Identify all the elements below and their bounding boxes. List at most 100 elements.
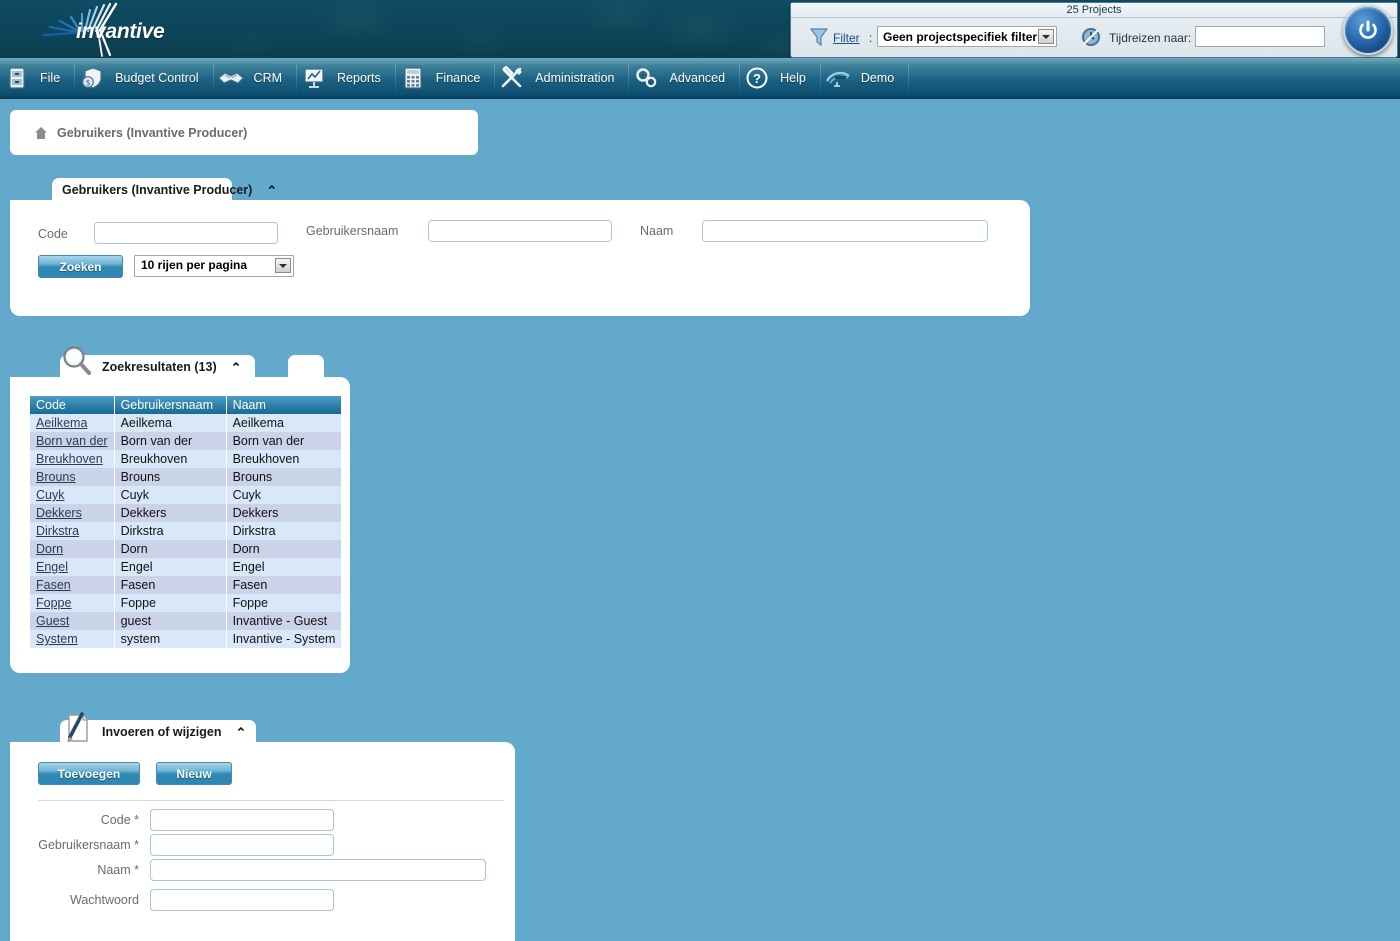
table-row[interactable]: Foppe Foppe Foppe [30,594,342,612]
breadcrumb[interactable]: Gebruikers (Invantive Producer) [10,110,478,155]
row-code-link[interactable]: Fasen [36,578,71,592]
project-filter-select[interactable]: Geen projectspecifiek filter [877,26,1057,47]
table-row[interactable]: Breukhoven Breukhoven Breukhoven [30,450,342,468]
table-row[interactable]: Dorn Dorn Dorn [30,540,342,558]
table-row[interactable]: Dirkstra Dirkstra Dirkstra [30,522,342,540]
cell-code[interactable]: Breukhoven [30,450,115,468]
filter-panel-body: Filter : Geen projectspecifiek filter Ti… [791,18,1397,57]
row-code-link[interactable]: Foppe [36,596,71,610]
table-row[interactable]: Fasen Fasen Fasen [30,576,342,594]
breadcrumb-text: Gebruikers (Invantive Producer) [57,125,248,140]
cell-gebruikersnaam: Born van der [114,432,227,450]
time-travel-clock-icon[interactable] [1079,25,1103,49]
menu-item-help[interactable]: ? Help [740,58,820,99]
edit-name-input[interactable] [150,859,486,881]
results-table-body: Aeilkema Aeilkema Aeilkema Born van der Bor… [30,414,342,648]
application-window: invantive 25 Projects Filter : Geen proj… [0,0,1400,941]
cell-naam: Dorn [226,540,342,558]
row-code-link[interactable]: Dekkers [36,506,82,520]
table-row[interactable]: Born van der Born van der Born van der [30,432,342,450]
row-code-link[interactable]: System [36,632,78,646]
menu-item-reports[interactable]: Reports [297,58,395,99]
table-row[interactable]: Brouns Brouns Brouns [30,468,342,486]
chevron-up-double-icon[interactable]: ⌃ [266,184,277,197]
column-header-naam[interactable]: Naam [226,396,342,414]
cell-naam: Foppe [226,594,342,612]
row-code-link[interactable]: Guest [36,614,69,628]
add-button-label: Toevoegen [57,766,121,781]
tab-gebruikers-search[interactable]: Gebruikers (Invantive Producer) ⌃ [52,178,277,202]
cell-code[interactable]: Dirkstra [30,522,115,540]
cell-code[interactable]: Foppe [30,594,115,612]
row-code-link[interactable]: Dorn [36,542,63,556]
row-code-link[interactable]: Cuyk [36,488,64,502]
table-header-row: Code Gebruikersnaam Naam [30,396,342,414]
row-code-link[interactable]: Born van der [36,434,108,448]
edit-password-input[interactable] [150,889,334,911]
tab-secondary-empty[interactable] [288,355,324,379]
chevron-down-icon[interactable] [1038,29,1054,44]
menu-item-finance[interactable]: Finance [396,58,494,99]
search-button[interactable]: Zoeken [38,255,123,278]
cell-code[interactable]: System [30,630,115,648]
file-cabinet-icon [0,66,34,90]
column-header-code[interactable]: Code [30,396,115,414]
section-divider [38,800,504,801]
search-name-input[interactable] [702,220,988,242]
add-button[interactable]: Toevoegen [38,762,140,785]
time-travel-input[interactable] [1195,26,1325,47]
chevron-down-icon[interactable] [275,258,291,273]
rows-per-page-select[interactable]: 10 rijen per pagina [134,255,294,277]
cell-code[interactable]: Cuyk [30,486,115,504]
chevron-up-double-icon[interactable]: ⌃ [231,361,242,374]
new-button[interactable]: Nieuw [156,762,232,785]
cell-code[interactable]: Brouns [30,468,115,486]
row-code-link[interactable]: Engel [36,560,68,574]
gears-icon [629,66,663,90]
demo-logo-icon [821,69,855,87]
tools-wrench-icon [495,66,529,90]
edit-code-input[interactable] [150,809,334,831]
search-code-input[interactable] [94,222,278,244]
menu-item-file[interactable]: File [0,58,74,99]
cell-code[interactable]: Dekkers [30,504,115,522]
cell-gebruikersnaam: Dirkstra [114,522,227,540]
table-row[interactable]: Engel Engel Engel [30,558,342,576]
menu-item-budget-control[interactable]: $ Budget Control [75,58,212,99]
search-panel: Code Gebruikersnaam Naam Zoeken 10 rijen… [10,200,1030,316]
cell-code[interactable]: Guest [30,612,115,630]
power-button[interactable] [1343,5,1393,55]
project-count-title: 25 Projects [791,3,1397,18]
label-gebruikersnaam: Gebruikersnaam [306,224,399,238]
cell-naam: Invantive - System [226,630,342,648]
filter-link[interactable]: Filter [833,31,860,45]
edit-username-input[interactable] [150,834,334,856]
search-username-input[interactable] [428,220,612,242]
row-code-link[interactable]: Aeilkema [36,416,87,430]
table-row[interactable]: System system Invantive - System [30,630,342,648]
cell-code[interactable]: Born van der [30,432,115,450]
chevron-up-double-icon[interactable]: ⌃ [235,726,246,739]
table-row[interactable]: Cuyk Cuyk Cuyk [30,486,342,504]
row-code-link[interactable]: Dirkstra [36,524,79,538]
cell-code[interactable]: Aeilkema [30,414,115,432]
menu-label: Demo [860,71,895,85]
table-row[interactable]: Guest guest Invantive - Guest [30,612,342,630]
row-code-link[interactable]: Breukhoven [36,452,103,466]
menu-item-advanced[interactable]: Advanced [629,58,739,99]
tab-title: Gebruikers (Invantive Producer) [62,183,253,197]
menu-item-administration[interactable]: Administration [495,58,628,99]
cell-naam: Invantive - Guest [226,612,342,630]
cell-gebruikersnaam: Dorn [114,540,227,558]
row-code-link[interactable]: Brouns [36,470,76,484]
cell-code[interactable]: Engel [30,558,115,576]
cell-code[interactable]: Fasen [30,576,115,594]
cell-naam: Engel [226,558,342,576]
menu-item-demo[interactable]: Demo [821,58,908,99]
column-header-gebruikersnaam[interactable]: Gebruikersnaam [114,396,227,414]
table-row[interactable]: Dekkers Dekkers Dekkers [30,504,342,522]
cell-code[interactable]: Dorn [30,540,115,558]
table-row[interactable]: Aeilkema Aeilkema Aeilkema [30,414,342,432]
menu-item-crm[interactable]: CRM [214,58,296,99]
menu-label: CRM [253,71,283,85]
